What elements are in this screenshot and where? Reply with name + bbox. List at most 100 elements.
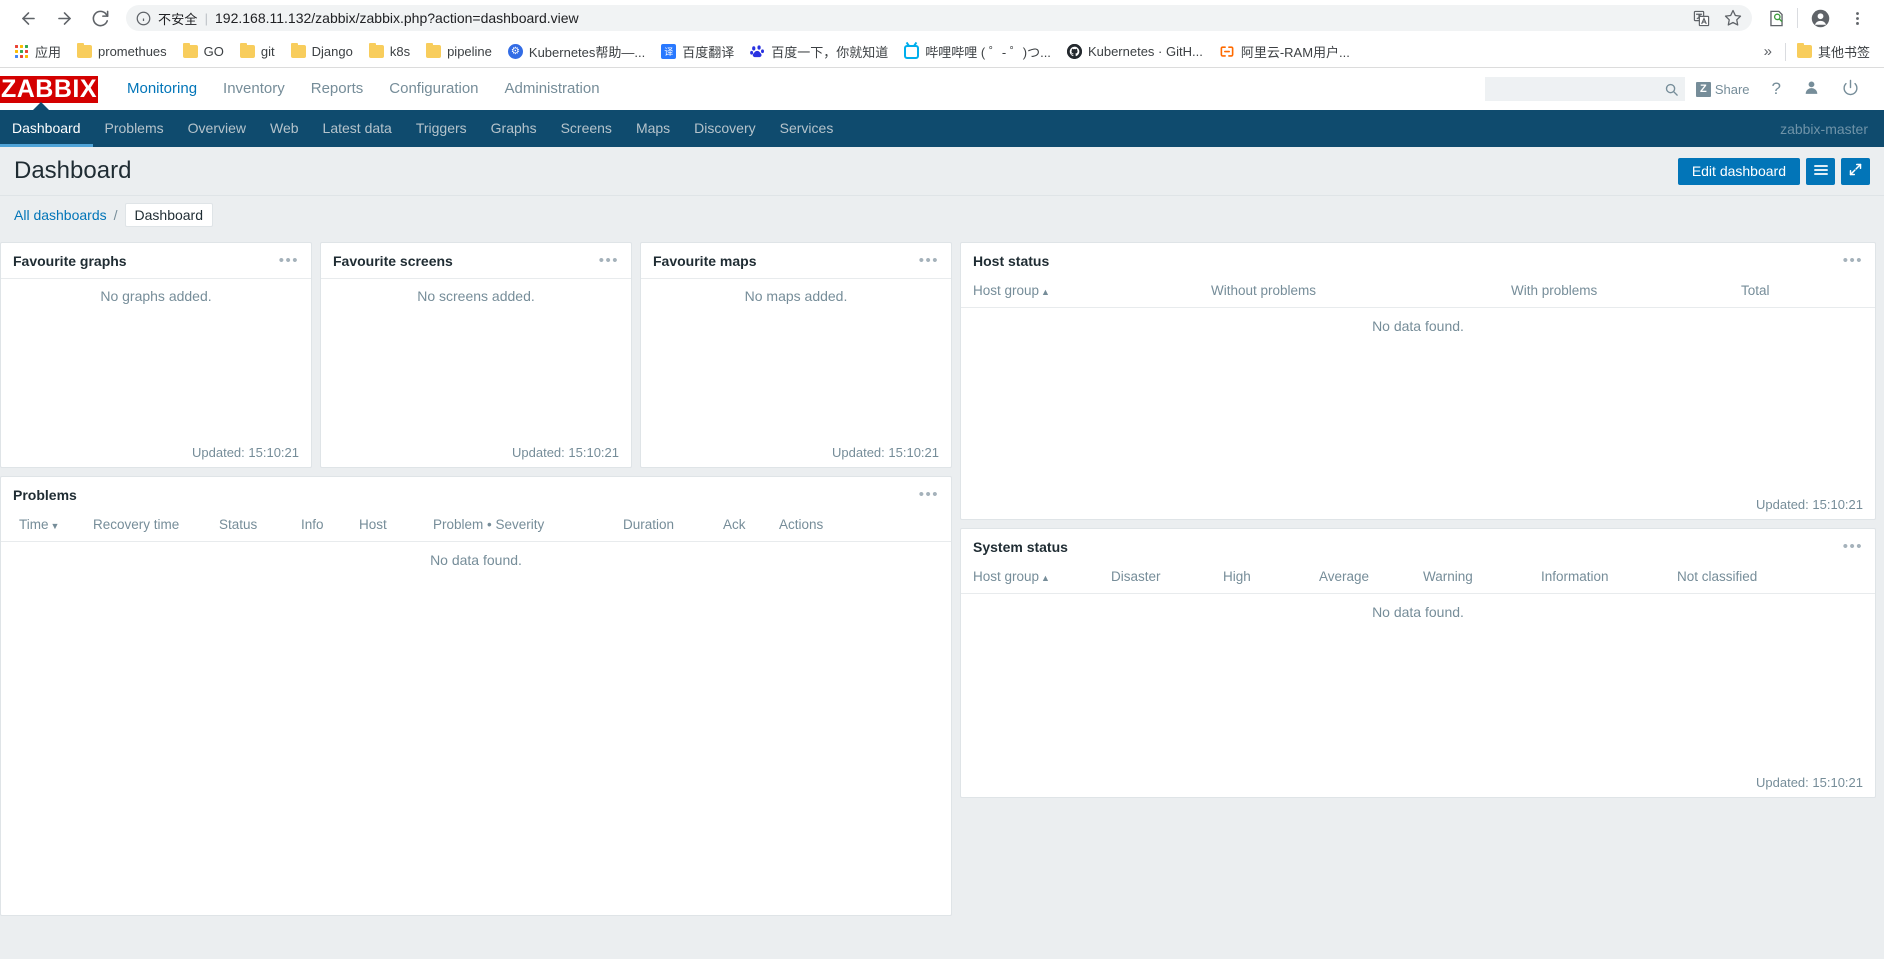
sign-out-button[interactable] — [1831, 68, 1870, 110]
widget-menu-icon[interactable]: ••• — [599, 253, 619, 268]
bookmark-django[interactable]: Django — [283, 41, 361, 62]
column-header-warning[interactable]: Warning — [1423, 564, 1541, 594]
user-settings-button[interactable] — [1792, 68, 1831, 110]
nav-item-monitoring[interactable]: Monitoring — [114, 68, 210, 110]
column-header-duration[interactable]: Duration — [623, 512, 723, 542]
widget-title: Favourite graphs — [13, 252, 127, 269]
widget-updated-time: Updated: 15:10:21 — [1756, 497, 1863, 512]
global-search[interactable] — [1484, 77, 1685, 101]
breadcrumb: All dashboards / Dashboard — [0, 196, 1884, 234]
widget-body: Host group ▲ Disaster High Average Warnin… — [961, 564, 1875, 797]
bookmark-promethues[interactable]: promethues — [69, 41, 175, 62]
column-header-not-classified[interactable]: Not classified — [1677, 564, 1875, 594]
widget-menu-icon[interactable]: ••• — [279, 253, 299, 268]
bookmark-bilibili[interactable]: 哔哩哔哩 ( ゜- ゜)つ... — [896, 39, 1059, 64]
subnav-item-problems[interactable]: Problems — [93, 110, 176, 147]
column-header-info[interactable]: Info — [301, 512, 359, 542]
column-header-problem-severity[interactable]: Problem • Severity — [433, 512, 623, 542]
widget-menu-icon[interactable]: ••• — [1843, 253, 1863, 268]
nav-item-configuration[interactable]: Configuration — [376, 68, 491, 110]
page-actions: Edit dashboard — [1677, 157, 1870, 185]
fullscreen-button[interactable] — [1841, 157, 1870, 185]
bookmarks-overflow-button[interactable]: » — [1754, 40, 1782, 63]
subnav-item-maps[interactable]: Maps — [624, 110, 682, 147]
back-arrow-icon[interactable] — [12, 2, 44, 34]
share-button[interactable]: Z Share — [1685, 68, 1761, 110]
translate-icon[interactable] — [1693, 10, 1710, 27]
column-header-time[interactable]: Time ▼ — [1, 512, 93, 542]
breadcrumb-current[interactable]: Dashboard — [124, 203, 214, 227]
column-header-without-problems[interactable]: Without problems — [1211, 278, 1511, 308]
nav-item-inventory[interactable]: Inventory — [210, 68, 298, 110]
nav-item-reports[interactable]: Reports — [298, 68, 377, 110]
widget-menu-icon[interactable]: ••• — [1843, 539, 1863, 554]
column-header-ack[interactable]: Ack — [723, 512, 779, 542]
subnav-item-graphs[interactable]: Graphs — [479, 110, 549, 147]
baidu-translate-icon: 译 — [661, 44, 677, 59]
bookmark-baidu[interactable]: 百度一下，你就知道 — [742, 39, 896, 64]
column-header-disaster[interactable]: Disaster — [1111, 564, 1223, 594]
column-header-high[interactable]: High — [1223, 564, 1319, 594]
bookmark-go[interactable]: GO — [175, 41, 232, 62]
address-bar[interactable]: 不安全 | 192.168.11.132/zabbix/zabbix.php?a… — [126, 5, 1752, 31]
widget-menu-icon[interactable]: ••• — [919, 487, 939, 502]
subnav-item-overview[interactable]: Overview — [176, 110, 258, 147]
table-row: No data found. — [961, 308, 1875, 347]
subnav-item-latest-data[interactable]: Latest data — [311, 110, 404, 147]
bookmark-kubernetes-github[interactable]: Kubernetes · GitH... — [1059, 41, 1211, 62]
subnav-item-screens[interactable]: Screens — [549, 110, 624, 147]
column-header-status[interactable]: Status — [219, 512, 301, 542]
widget-menu-icon[interactable]: ••• — [919, 253, 939, 268]
column-header-with-problems[interactable]: With problems — [1511, 278, 1741, 308]
search-input[interactable] — [1494, 81, 1664, 97]
search-icon[interactable] — [1664, 82, 1679, 97]
widget-title: Favourite screens — [333, 252, 453, 269]
widget-problems: Problems ••• Time ▼ Recovery time Status … — [0, 476, 952, 916]
sub-navigation-wrap: Dashboard Problems Overview Web Latest d… — [0, 102, 1884, 147]
subnav-item-dashboard[interactable]: Dashboard — [0, 110, 93, 147]
column-header-total[interactable]: Total — [1741, 278, 1875, 308]
bookmark-label: promethues — [98, 44, 167, 59]
dashboard-menu-button[interactable] — [1806, 157, 1835, 185]
bookmark-apps[interactable]: 应用 — [6, 39, 69, 64]
subnav-item-web[interactable]: Web — [258, 110, 311, 147]
host-status-table: Host group ▲ Without problems With proble… — [961, 278, 1875, 346]
zabbix-share-badge-icon: Z — [1695, 81, 1711, 97]
column-header-recovery-time[interactable]: Recovery time — [93, 512, 219, 542]
subnav-item-discovery[interactable]: Discovery — [682, 110, 767, 147]
help-button[interactable]: ? — [1761, 68, 1792, 110]
edit-dashboard-button[interactable]: Edit dashboard — [1677, 157, 1800, 185]
bookmark-pipeline[interactable]: pipeline — [418, 41, 500, 62]
column-header-average[interactable]: Average — [1319, 564, 1423, 594]
sort-desc-icon: ▼ — [50, 521, 60, 531]
three-dot-menu-icon[interactable] — [1843, 10, 1872, 27]
nav-item-administration[interactable]: Administration — [492, 68, 613, 110]
reload-icon[interactable] — [84, 2, 116, 34]
column-header-information[interactable]: Information — [1541, 564, 1677, 594]
github-icon — [1066, 44, 1082, 59]
column-header-host-group[interactable]: Host group ▲ — [961, 564, 1111, 594]
subnav-item-services[interactable]: Services — [768, 110, 846, 147]
breadcrumb-all-dashboards[interactable]: All dashboards — [14, 207, 107, 223]
column-header-host[interactable]: Host — [359, 512, 433, 542]
bookmark-kubernetes-docs[interactable]: ⚙ Kubernetes帮助—... — [500, 39, 653, 64]
bookmark-git[interactable]: git — [232, 41, 283, 62]
zabbix-logo[interactable]: ZABBIX — [0, 75, 98, 103]
bookmarks-bar: 应用 promethues GO git Django k8s pipeline… — [0, 36, 1884, 68]
bookmark-baidu-translate[interactable]: 译 百度翻译 — [653, 39, 742, 64]
star-icon[interactable] — [1724, 9, 1742, 27]
widget-title: Host status — [973, 252, 1050, 269]
profile-search-icon[interactable] — [1760, 9, 1793, 28]
bookmark-k8s[interactable]: k8s — [361, 41, 418, 62]
column-label: Host group — [973, 283, 1040, 298]
column-header-host-group[interactable]: Host group ▲ — [961, 278, 1211, 308]
subnav-item-triggers[interactable]: Triggers — [404, 110, 479, 147]
baidu-icon — [750, 44, 765, 59]
bookmark-other-bookmarks[interactable]: 其他书签 — [1789, 39, 1878, 64]
forward-arrow-icon[interactable] — [48, 2, 80, 34]
bookmark-aliyun-ram[interactable]: 阿里云-RAM用户... — [1211, 39, 1358, 64]
site-info-icon[interactable] — [136, 11, 151, 26]
column-header-actions[interactable]: Actions — [779, 512, 951, 542]
hamburger-menu-icon — [1813, 163, 1829, 180]
account-avatar-icon[interactable] — [1802, 8, 1839, 29]
